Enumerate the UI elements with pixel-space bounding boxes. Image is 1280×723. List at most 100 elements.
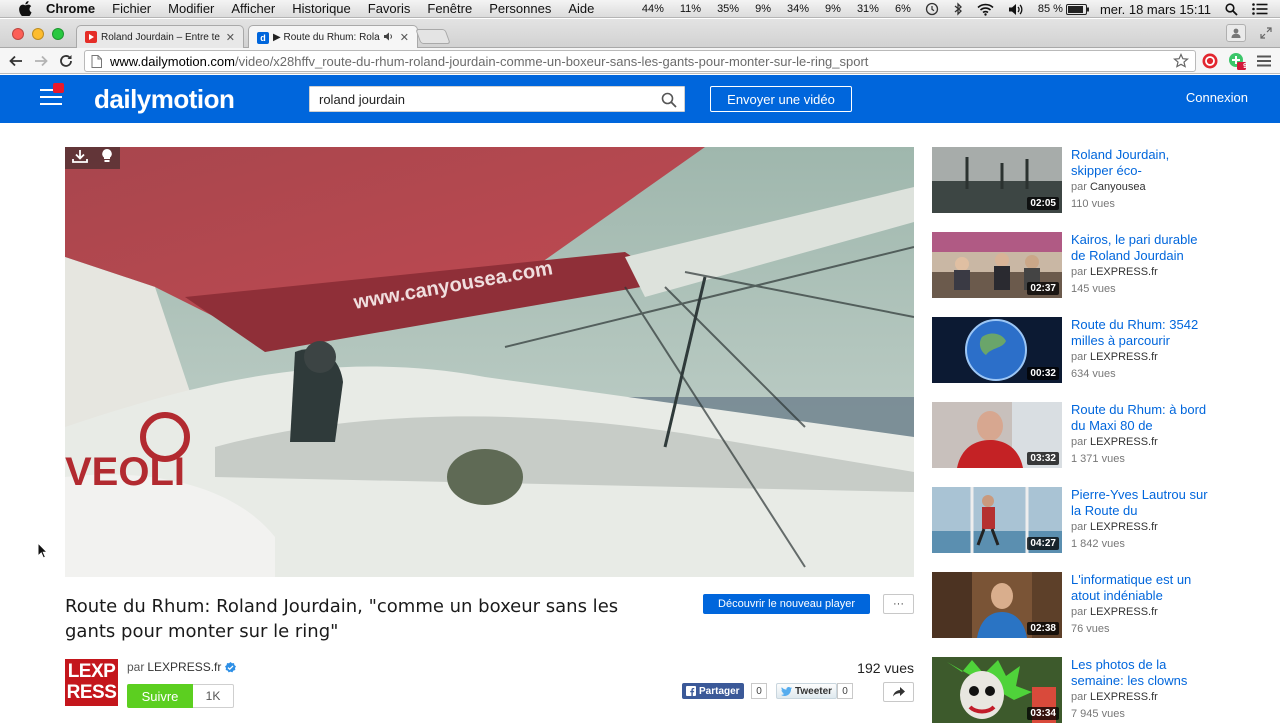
- related-video-channel: par LEXPRESS.fr: [1071, 266, 1158, 278]
- cpu-meter-8[interactable]: 6%: [895, 3, 911, 15]
- battery-icon[interactable]: [1065, 3, 1090, 15]
- adblock-extension-icon[interactable]: [1201, 52, 1219, 70]
- extension-plus-icon[interactable]: 9: [1228, 52, 1247, 70]
- related-video-title[interactable]: Les photos de la semaine: les clowns: [1071, 657, 1211, 689]
- channel-avatar[interactable]: LEXP RESS: [65, 659, 118, 706]
- cpu-meter-5[interactable]: 34%: [787, 3, 809, 15]
- menu-modifier[interactable]: Modifier: [168, 0, 214, 18]
- channel-link[interactable]: LEXPRESS.fr: [1090, 436, 1158, 448]
- page-icon[interactable]: [91, 54, 102, 68]
- new-tab-button[interactable]: [415, 29, 451, 44]
- lightbulb-icon[interactable]: [101, 148, 113, 168]
- discover-new-player-button[interactable]: Découvrir le nouveau player: [703, 594, 870, 614]
- window-minimize-button[interactable]: [32, 28, 44, 40]
- related-video-item[interactable]: 04:27 Pierre-Yves Lautrou sur la Route d…: [932, 487, 1222, 553]
- video-thumbnail[interactable]: 02:05: [932, 147, 1062, 213]
- channel-link[interactable]: LEXPRESS.fr: [1090, 521, 1158, 533]
- cpu-meter-3[interactable]: 35%: [717, 3, 739, 15]
- menu-favoris[interactable]: Favoris: [368, 0, 411, 18]
- menu-historique[interactable]: Historique: [292, 0, 351, 18]
- related-video-title[interactable]: Route du Rhum: 3542 milles à parcourir: [1071, 317, 1211, 349]
- follow-button[interactable]: Suivre: [127, 684, 193, 708]
- video-thumbnail[interactable]: 03:34: [932, 657, 1062, 723]
- tab-close-icon[interactable]: ✕: [400, 31, 409, 44]
- bookmark-star-icon[interactable]: [1173, 53, 1189, 69]
- cpu-meter-2[interactable]: 11%: [680, 3, 701, 15]
- apple-menu-icon[interactable]: [18, 1, 32, 17]
- dailymotion-logo[interactable]: dailymotion: [94, 83, 235, 115]
- facebook-share-button[interactable]: Partager: [682, 683, 744, 699]
- more-options-button[interactable]: ···: [883, 594, 914, 614]
- profile-icon[interactable]: [1226, 24, 1246, 42]
- by-prefix: par: [1071, 436, 1087, 448]
- channel-link[interactable]: LEXPRESS.fr: [1090, 351, 1158, 363]
- fullscreen-icon[interactable]: [1256, 24, 1276, 42]
- volume-icon[interactable]: [1008, 3, 1024, 16]
- channel-link[interactable]: Canyousea: [1090, 181, 1146, 193]
- related-video-item[interactable]: 03:34 Les photos de la semaine: les clow…: [932, 657, 1222, 723]
- related-video-item[interactable]: 02:05 Roland Jourdain, skipper éco- par …: [932, 147, 1222, 213]
- menu-fichier[interactable]: Fichier: [112, 0, 151, 18]
- related-video-title[interactable]: Pierre-Yves Lautrou sur la Route du: [1071, 487, 1211, 519]
- related-video-title[interactable]: Roland Jourdain, skipper éco-: [1071, 147, 1211, 179]
- related-video-title[interactable]: Route du Rhum: à bord du Maxi 80 de: [1071, 402, 1211, 434]
- menu-fenetre[interactable]: Fenêtre: [427, 0, 472, 18]
- video-thumbnail[interactable]: 02:38: [932, 572, 1062, 638]
- cpu-meter-6[interactable]: 9%: [825, 3, 841, 15]
- time-machine-icon[interactable]: [925, 2, 939, 16]
- back-icon[interactable]: [7, 52, 25, 70]
- window-close-button[interactable]: [12, 28, 24, 40]
- video-duration: 02:38: [1027, 622, 1059, 635]
- cpu-meter-7[interactable]: 31%: [857, 3, 879, 15]
- app-menu-chrome[interactable]: Chrome: [46, 0, 95, 18]
- menu-afficher[interactable]: Afficher: [231, 0, 275, 18]
- forward-icon[interactable]: [32, 52, 50, 70]
- login-link[interactable]: Connexion: [1186, 90, 1248, 105]
- menubar-clock[interactable]: mer. 18 mars 15:11: [1100, 2, 1211, 17]
- related-video-title[interactable]: L'informatique est un atout indéniable: [1071, 572, 1211, 604]
- download-icon[interactable]: [71, 149, 88, 168]
- video-thumbnail[interactable]: 02:37: [932, 232, 1062, 298]
- share-forward-button[interactable]: [883, 682, 914, 702]
- battery-percent[interactable]: 85 %: [1038, 3, 1063, 15]
- search-icon[interactable]: [661, 92, 677, 108]
- menu-hamburger-icon[interactable]: [40, 83, 64, 109]
- tab-route-du-rhum-dailymotion[interactable]: d ▶ Route du Rhum: Rola ✕: [248, 25, 418, 49]
- menu-personnes[interactable]: Personnes: [489, 0, 551, 18]
- bluetooth-icon[interactable]: [953, 2, 963, 16]
- channel-link[interactable]: LEXPRESS.fr: [1090, 266, 1158, 278]
- video-thumbnail[interactable]: 00:32: [932, 317, 1062, 383]
- related-video-item[interactable]: 02:38 L'informatique est un atout indéni…: [932, 572, 1222, 638]
- chrome-menu-icon[interactable]: [1255, 52, 1273, 70]
- video-duration: 03:34: [1027, 707, 1059, 720]
- related-video-item[interactable]: 03:32 Route du Rhum: à bord du Maxi 80 d…: [932, 402, 1222, 468]
- cpu-meter-4[interactable]: 9%: [755, 3, 771, 15]
- facebook-share-count: 0: [751, 683, 767, 699]
- related-video-item[interactable]: 02:37 Kairos, le pari durable de Roland …: [932, 232, 1222, 298]
- cpu-meter-1[interactable]: 44%: [642, 3, 664, 15]
- upload-video-button[interactable]: Envoyer une vidéo: [710, 86, 852, 112]
- channel-link[interactable]: LEXPRESS.fr: [1090, 606, 1158, 618]
- related-video-item[interactable]: 00:32 Route du Rhum: 3542 milles à parco…: [932, 317, 1222, 383]
- reload-icon[interactable]: [57, 52, 75, 70]
- spotlight-icon[interactable]: [1225, 2, 1238, 16]
- tweet-count: 0: [837, 683, 853, 699]
- video-thumbnail[interactable]: 03:32: [932, 402, 1062, 468]
- video-thumbnail[interactable]: 04:27: [932, 487, 1062, 553]
- menu-aide[interactable]: Aide: [568, 0, 594, 18]
- video-player[interactable]: VEOLI www.canyousea.com: [65, 147, 914, 577]
- tab-roland-jourdain-youtube[interactable]: Roland Jourdain – Entre te ✕: [76, 25, 244, 48]
- tab-audio-icon[interactable]: [383, 32, 394, 44]
- wifi-icon[interactable]: [977, 3, 994, 16]
- address-bar[interactable]: www.dailymotion.com/video/x28hffv_route-…: [84, 50, 1196, 72]
- channel-name-link[interactable]: LEXPRESS.fr: [147, 660, 221, 674]
- window-zoom-button[interactable]: [52, 28, 64, 40]
- tab-close-icon[interactable]: ✕: [226, 31, 235, 44]
- twitter-tweet-button[interactable]: Tweeter: [776, 683, 838, 699]
- video-duration: 04:27: [1027, 537, 1059, 550]
- notification-center-icon[interactable]: [1252, 3, 1268, 15]
- related-video-title[interactable]: Kairos, le pari durable de Roland Jourda…: [1071, 232, 1211, 264]
- channel-link[interactable]: LEXPRESS.fr: [1090, 691, 1158, 703]
- search-input[interactable]: [310, 91, 650, 107]
- channel-avatar-line1: LEXP: [67, 661, 116, 682]
